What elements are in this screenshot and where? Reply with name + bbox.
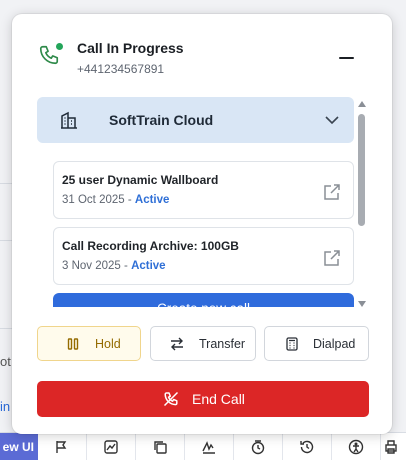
card-meta: 31 Oct 2025 - Active <box>62 194 169 206</box>
card-separator: - <box>124 194 135 206</box>
external-link-icon[interactable] <box>322 248 342 268</box>
scrollbar[interactable] <box>357 101 367 307</box>
printer-icon[interactable] <box>381 433 401 460</box>
history-icon[interactable] <box>283 433 332 460</box>
create-new-call-button[interactable]: Create new call <box>53 293 354 307</box>
call-card[interactable]: 25 user Dynamic Wallboard 31 Oct 2025 - … <box>53 161 354 219</box>
clock-icon[interactable] <box>234 433 283 460</box>
transfer-button[interactable]: Transfer <box>150 326 256 361</box>
call-card[interactable]: Call Recording Archive: 100GB 3 Nov 2025… <box>53 227 354 285</box>
pause-icon <box>67 338 79 350</box>
card-separator: - <box>120 260 132 272</box>
end-call-label: End Call <box>192 391 245 407</box>
phone-off-icon <box>163 391 179 407</box>
background-divider <box>0 240 12 241</box>
external-link-icon[interactable] <box>322 182 342 202</box>
call-number: +441234567891 <box>77 62 165 76</box>
building-icon <box>61 111 77 129</box>
background-text: ot <box>0 354 11 369</box>
call-header: Call In Progress +441234567891 <box>12 14 392 88</box>
scrollbar-thumb[interactable] <box>358 114 365 226</box>
dialpad-icon <box>286 337 298 351</box>
card-title: Call Recording Archive: 100GB <box>62 239 239 253</box>
hold-label: Hold <box>95 337 121 351</box>
signature-icon[interactable] <box>185 433 234 460</box>
flag-icon[interactable] <box>38 433 87 460</box>
scroll-up-icon[interactable] <box>358 101 366 107</box>
scroll-down-icon[interactable] <box>358 301 366 307</box>
minus-icon <box>338 57 354 59</box>
account-section: SoftTrain Cloud 25 user Dynamic Wallboar… <box>37 97 371 307</box>
account-header[interactable]: SoftTrain Cloud <box>37 97 354 143</box>
call-status-dot <box>56 43 63 50</box>
accessibility-icon[interactable] <box>332 433 381 460</box>
card-status: Active <box>131 260 166 272</box>
bottom-toolbar: ew UI <box>0 432 406 460</box>
minimize-button[interactable] <box>334 48 358 68</box>
new-ui-button[interactable]: ew UI <box>0 433 38 460</box>
hold-button[interactable]: Hold <box>37 326 141 361</box>
transfer-label: Transfer <box>199 337 246 351</box>
background-divider <box>0 183 12 184</box>
call-widget: Call In Progress +441234567891 SoftTrain… <box>12 14 392 434</box>
background-divider <box>0 328 12 329</box>
dialpad-button[interactable]: Dialpad <box>264 326 369 361</box>
transfer-icon <box>171 337 183 351</box>
dialpad-label: Dialpad <box>313 337 356 351</box>
call-title: Call In Progress <box>77 40 184 56</box>
card-meta: 3 Nov 2025 - Active <box>62 260 166 272</box>
copy-icon[interactable] <box>136 433 185 460</box>
card-date: 31 Oct 2025 <box>62 194 125 206</box>
background-link[interactable]: in <box>0 399 10 414</box>
end-call-button[interactable]: End Call <box>37 381 369 417</box>
card-status: Active <box>134 194 170 206</box>
card-date: 3 Nov 2025 <box>62 260 121 272</box>
account-name: SoftTrain Cloud <box>109 112 214 128</box>
chart-icon[interactable] <box>87 433 136 460</box>
chevron-down-icon[interactable] <box>324 112 340 128</box>
card-title: 25 user Dynamic Wallboard <box>62 173 219 187</box>
